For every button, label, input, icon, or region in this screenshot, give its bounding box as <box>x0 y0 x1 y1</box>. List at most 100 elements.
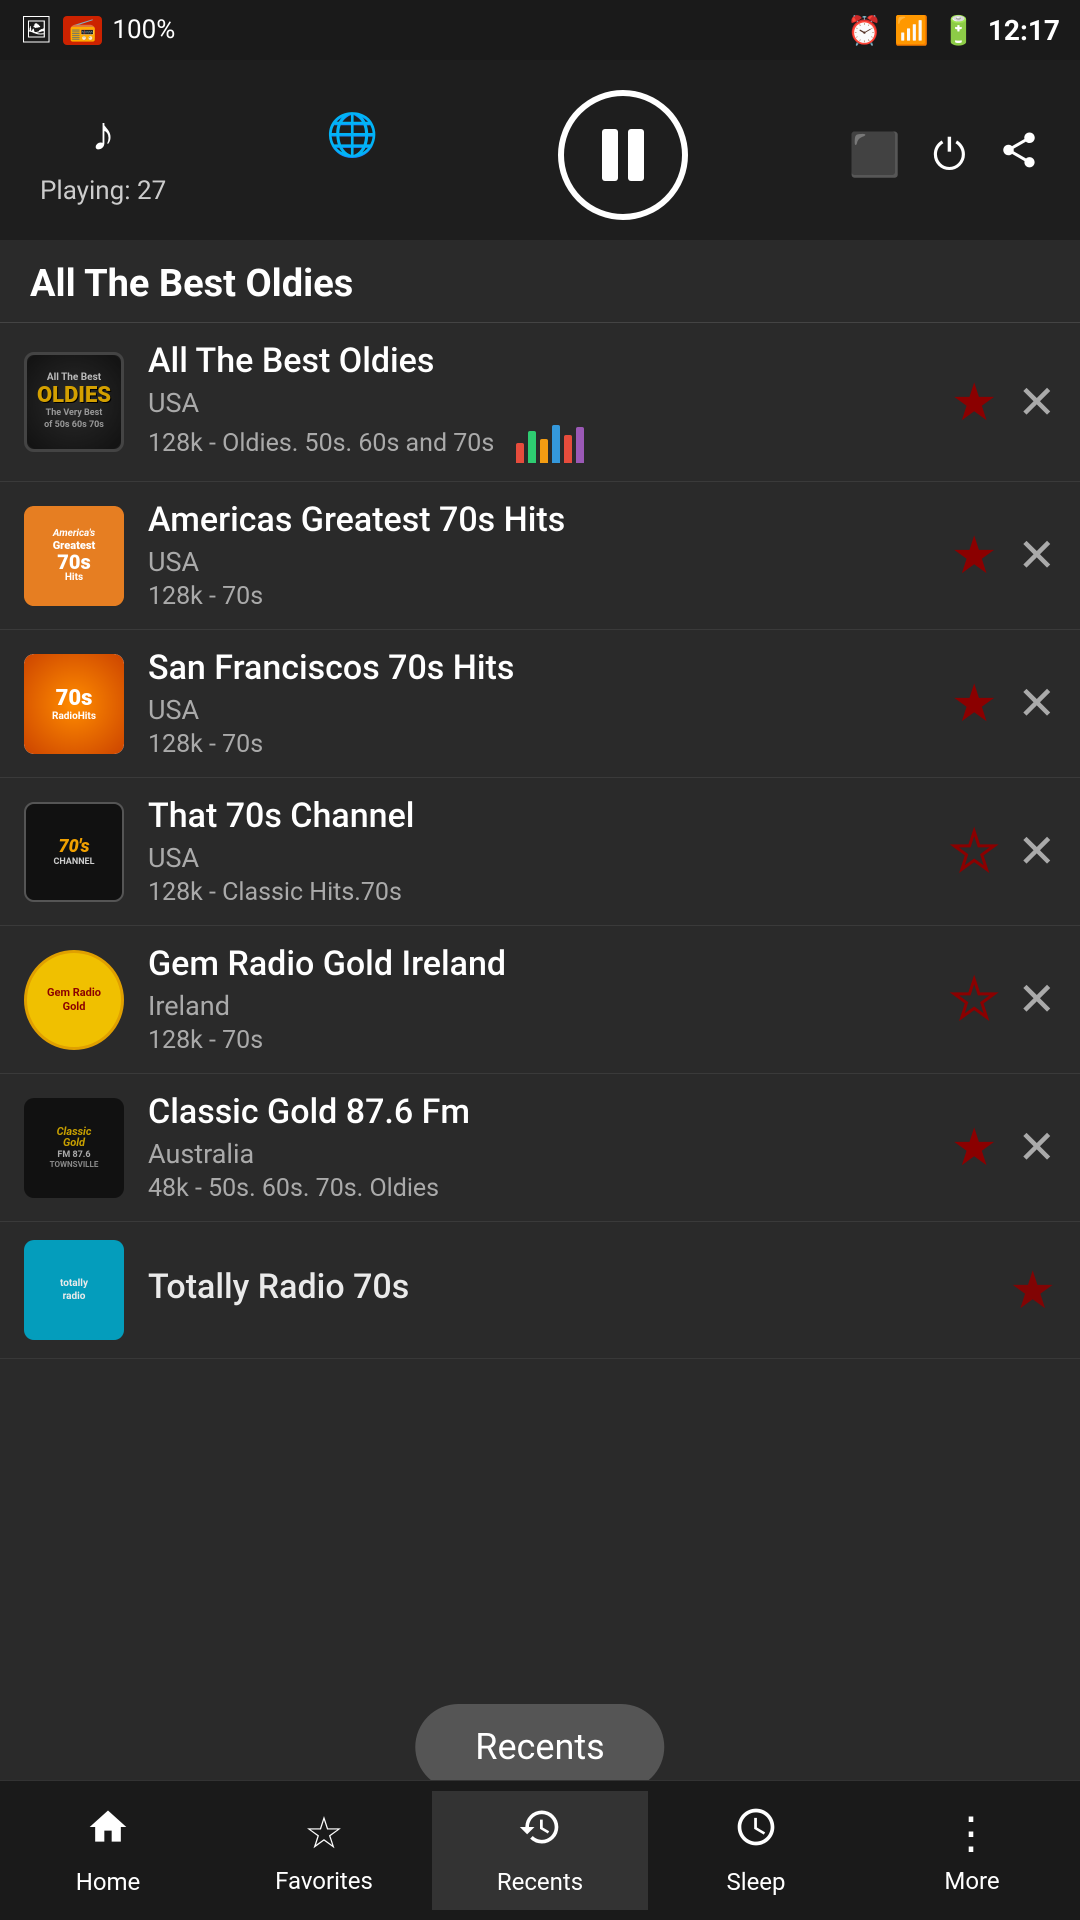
pause-icon <box>602 129 644 181</box>
favorite-button[interactable]: ★ <box>951 525 998 586</box>
station-info: Classic Gold 87.6 Fm Australia 48k - 50s… <box>148 1092 935 1203</box>
station-item[interactable]: totallyradio Totally Radio 70s ★ <box>0 1222 1080 1359</box>
pause-bar-left <box>602 129 618 181</box>
nav-item-home[interactable]: Home <box>0 1791 216 1910</box>
remove-button[interactable]: ✕ <box>1017 375 1056 430</box>
sleep-label: Sleep <box>726 1868 785 1896</box>
app-icon: 📻 <box>63 16 102 45</box>
station-meta: 48k - 50s. 60s. 70s. Oldies <box>148 1174 935 1203</box>
pause-bar-right <box>628 129 644 181</box>
station-name: Classic Gold 87.6 Fm <box>148 1092 935 1132</box>
remove-button[interactable]: ✕ <box>1017 824 1056 879</box>
station-actions: ★ ✕ <box>951 525 1056 586</box>
favorite-button[interactable]: ★ <box>951 821 998 882</box>
home-label: Home <box>76 1868 141 1896</box>
station-actions: ★ <box>1009 1260 1056 1321</box>
station-item[interactable]: Classic Gold FM 87.6 TOWNSVILLE Classic … <box>0 1074 1080 1222</box>
photo-icon: 🖼 <box>20 15 53 45</box>
pause-button[interactable] <box>558 90 688 220</box>
station-logo: 70's CHANNEL <box>24 802 124 902</box>
station-country: USA <box>148 694 935 726</box>
station-name: Totally Radio 70s <box>148 1267 993 1307</box>
player-header: ♪ Playing: 27 🌐 ⬛ ⏻ <box>0 60 1080 240</box>
favorite-button[interactable]: ★ <box>1009 1260 1056 1321</box>
station-item[interactable]: 70's CHANNEL That 70s Channel USA 128k -… <box>0 778 1080 926</box>
bottom-nav: Home ☆ Favorites Recents Sleep ⋮ More <box>0 1780 1080 1920</box>
more-icon: ⋮ <box>949 1807 995 1859</box>
nav-item-recents[interactable]: Recents <box>432 1791 648 1910</box>
station-meta: 128k - 70s <box>148 730 935 759</box>
alarm-icon: ⏰ <box>847 14 882 47</box>
recents-label: Recents <box>475 1726 604 1768</box>
favorite-button[interactable]: ★ <box>951 1117 998 1178</box>
station-actions: ★ ✕ <box>951 673 1056 734</box>
status-bar: 🖼 📻 100% ⏰ 📶 🔋 12:17 <box>0 0 1080 60</box>
station-info: Americas Greatest 70s Hits USA 128k - 70… <box>148 500 935 611</box>
power-button[interactable]: ⏻ <box>933 131 966 180</box>
nav-item-favorites[interactable]: ☆ Favorites <box>216 1793 432 1909</box>
section-title: All The Best Oldies <box>0 240 1080 323</box>
globe-icon[interactable]: 🌐 <box>326 111 378 160</box>
station-country: USA <box>148 842 935 874</box>
recents-tooltip: Recents <box>415 1704 664 1790</box>
eq-bars <box>516 423 584 463</box>
more-label: More <box>944 1867 999 1895</box>
remove-button[interactable]: ✕ <box>1017 1120 1056 1175</box>
station-actions: ★ ✕ <box>951 821 1056 882</box>
battery-icon: 🔋 <box>941 14 976 47</box>
recents-label: Recents <box>497 1868 583 1896</box>
section-heading: All The Best Oldies <box>30 262 1050 306</box>
recents-icon <box>518 1805 562 1860</box>
favorite-button[interactable]: ★ <box>951 969 998 1030</box>
station-name: All The Best Oldies <box>148 341 935 381</box>
nav-item-sleep[interactable]: Sleep <box>648 1791 864 1910</box>
favorites-label: Favorites <box>275 1867 373 1895</box>
station-logo: All The Best OLDIES The Very Bestof 50s … <box>24 352 124 452</box>
stop-button[interactable]: ⬛ <box>848 131 900 180</box>
station-name: Americas Greatest 70s Hits <box>148 500 935 540</box>
music-icon[interactable]: ♪ <box>91 105 115 162</box>
station-item[interactable]: 70s RadioHits San Franciscos 70s Hits US… <box>0 630 1080 778</box>
station-country: USA <box>148 387 935 419</box>
station-name: That 70s Channel <box>148 796 935 836</box>
clock: 12:17 <box>988 14 1060 47</box>
favorites-icon: ☆ <box>304 1807 343 1859</box>
station-country: USA <box>148 546 935 578</box>
remove-button[interactable]: ✕ <box>1017 972 1056 1027</box>
station-item[interactable]: Gem RadioGold Gem Radio Gold Ireland Ire… <box>0 926 1080 1074</box>
remove-button[interactable]: ✕ <box>1017 528 1056 583</box>
sleep-icon <box>734 1805 778 1860</box>
station-meta: 128k - Classic Hits.70s <box>148 878 935 907</box>
station-country: Australia <box>148 1138 935 1170</box>
station-name: Gem Radio Gold Ireland <box>148 944 935 984</box>
station-info: Gem Radio Gold Ireland Ireland 128k - 70… <box>148 944 935 1055</box>
station-item[interactable]: America's Greatest 70s Hits Americas Gre… <box>0 482 1080 630</box>
share-button[interactable] <box>998 129 1040 181</box>
remove-button[interactable]: ✕ <box>1017 676 1056 731</box>
station-logo: Gem RadioGold <box>24 950 124 1050</box>
station-meta: 128k - 70s <box>148 582 935 611</box>
home-icon <box>86 1805 130 1860</box>
status-left: 🖼 📻 100% <box>20 15 175 45</box>
station-info: All The Best Oldies USA 128k - Oldies. 5… <box>148 341 935 463</box>
station-meta: 128k - Oldies. 50s. 60s and 70s <box>148 423 935 463</box>
station-logo: totallyradio <box>24 1240 124 1340</box>
station-actions: ★ ✕ <box>951 969 1056 1030</box>
station-item[interactable]: All The Best OLDIES The Very Bestof 50s … <box>0 323 1080 482</box>
station-country: Ireland <box>148 990 935 1022</box>
favorite-button[interactable]: ★ <box>951 372 998 433</box>
player-center <box>558 90 688 220</box>
nav-item-more[interactable]: ⋮ More <box>864 1793 1080 1909</box>
playing-label: Playing: 27 <box>40 176 166 206</box>
station-actions: ★ ✕ <box>951 372 1056 433</box>
favorite-button[interactable]: ★ <box>951 673 998 734</box>
wifi-icon: 📶 <box>894 14 929 47</box>
station-info: Totally Radio 70s <box>148 1267 993 1313</box>
station-meta: 128k - 70s <box>148 1026 935 1055</box>
station-info: San Franciscos 70s Hits USA 128k - 70s <box>148 648 935 759</box>
station-logo: America's Greatest 70s Hits <box>24 506 124 606</box>
status-right: ⏰ 📶 🔋 12:17 <box>847 14 1060 47</box>
player-right-controls: ⬛ ⏻ <box>848 129 1040 181</box>
player-left-controls: ♪ Playing: 27 <box>40 105 166 206</box>
station-logo: 70s RadioHits <box>24 654 124 754</box>
